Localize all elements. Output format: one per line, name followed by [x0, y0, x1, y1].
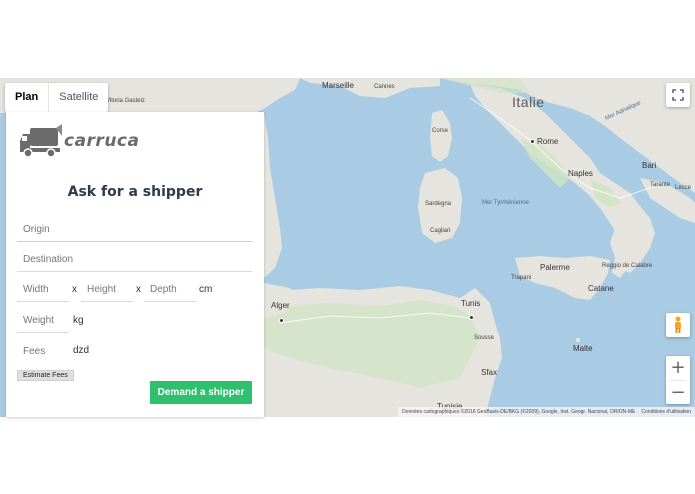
pegman-icon: [675, 316, 681, 333]
map-label-rome: Rome: [537, 137, 559, 146]
fees-input[interactable]: [17, 339, 69, 363]
dimension-unit: cm: [199, 284, 213, 295]
attribution-data-text: Données cartographiques ©2018 GeoBasis-D…: [402, 409, 636, 415]
destination-input[interactable]: [17, 248, 252, 272]
map-label-reggio: Reggio de Calabre: [602, 263, 653, 269]
map-label-malte: Malte: [573, 344, 593, 353]
map-label-tunis: Tunis: [461, 299, 481, 308]
map-label-catane: Catane: [588, 284, 614, 293]
zoom-out-button[interactable]: −: [666, 381, 690, 405]
height-input[interactable]: [81, 278, 133, 302]
map-type-satellite-button[interactable]: Satellite: [49, 83, 108, 112]
city-dot-tunis: [469, 315, 474, 320]
street-view-pegman-button[interactable]: [666, 313, 690, 337]
page: Italie Marseille Cannes Vitoria Gasteiz …: [0, 0, 695, 494]
shipper-request-panel: carruca Ask for a shipper x x cm kg dzd …: [6, 112, 264, 417]
weight-input[interactable]: [17, 309, 69, 333]
terms-link[interactable]: Conditions d'utilisation: [641, 407, 691, 417]
estimate-fees-button[interactable]: Estimate Fees: [17, 370, 74, 381]
depth-input[interactable]: [144, 278, 196, 302]
map-label-cagliari: Cagliari: [430, 228, 451, 234]
logo: carruca: [20, 124, 139, 158]
map-label-naples: Naples: [568, 169, 593, 178]
zoom-in-button[interactable]: +: [666, 356, 690, 380]
map-type-plan-button[interactable]: Plan: [5, 83, 50, 112]
dimension-separator-2: x: [136, 284, 141, 295]
map-label-bari: Bari: [642, 161, 657, 170]
map-label-alger: Alger: [271, 301, 290, 310]
map-label-corse: Corse: [432, 128, 449, 134]
map-label-sardegna: Sardegna: [425, 201, 452, 207]
demand-shipper-button[interactable]: Demand a shipper: [150, 381, 252, 404]
fullscreen-button[interactable]: [666, 83, 690, 107]
map-label-taranto: Tarante: [650, 182, 671, 188]
dimension-separator-1: x: [72, 284, 77, 295]
city-dot-rome: [530, 139, 535, 144]
map-attribution: Données cartographiques ©2018 GeoBasis-D…: [398, 407, 695, 417]
fees-unit: dzd: [73, 345, 90, 356]
map-label-mer-tyrrhenienne: Mer Tyrrhénienne: [482, 200, 529, 206]
map-label-vitoria: Vitoria Gasteiz: [106, 98, 145, 104]
map-label-cannes: Cannes: [374, 84, 395, 90]
truck-logo-icon: [20, 124, 62, 158]
map-type-control: Plan Satellite: [5, 83, 109, 112]
zoom-control: + −: [666, 356, 690, 404]
fullscreen-icon: [672, 89, 684, 101]
map-label-marseille: Marseille: [322, 81, 355, 90]
city-dot-alger: [279, 318, 284, 323]
map-label-palerme: Palerme: [540, 263, 570, 272]
weight-unit: kg: [73, 315, 84, 326]
logo-text: carruca: [64, 131, 140, 151]
form-title: Ask for a shipper: [67, 184, 203, 200]
width-input[interactable]: [17, 278, 69, 302]
map-label-sfax: Sfax: [481, 368, 498, 377]
map-label-sousse: Sousse: [474, 335, 495, 341]
map-label-italie: Italie: [512, 94, 545, 110]
map-label-lecce: Lecce: [675, 185, 692, 191]
origin-input[interactable]: [17, 218, 252, 242]
map-label-trapani: Trapani: [511, 275, 532, 281]
